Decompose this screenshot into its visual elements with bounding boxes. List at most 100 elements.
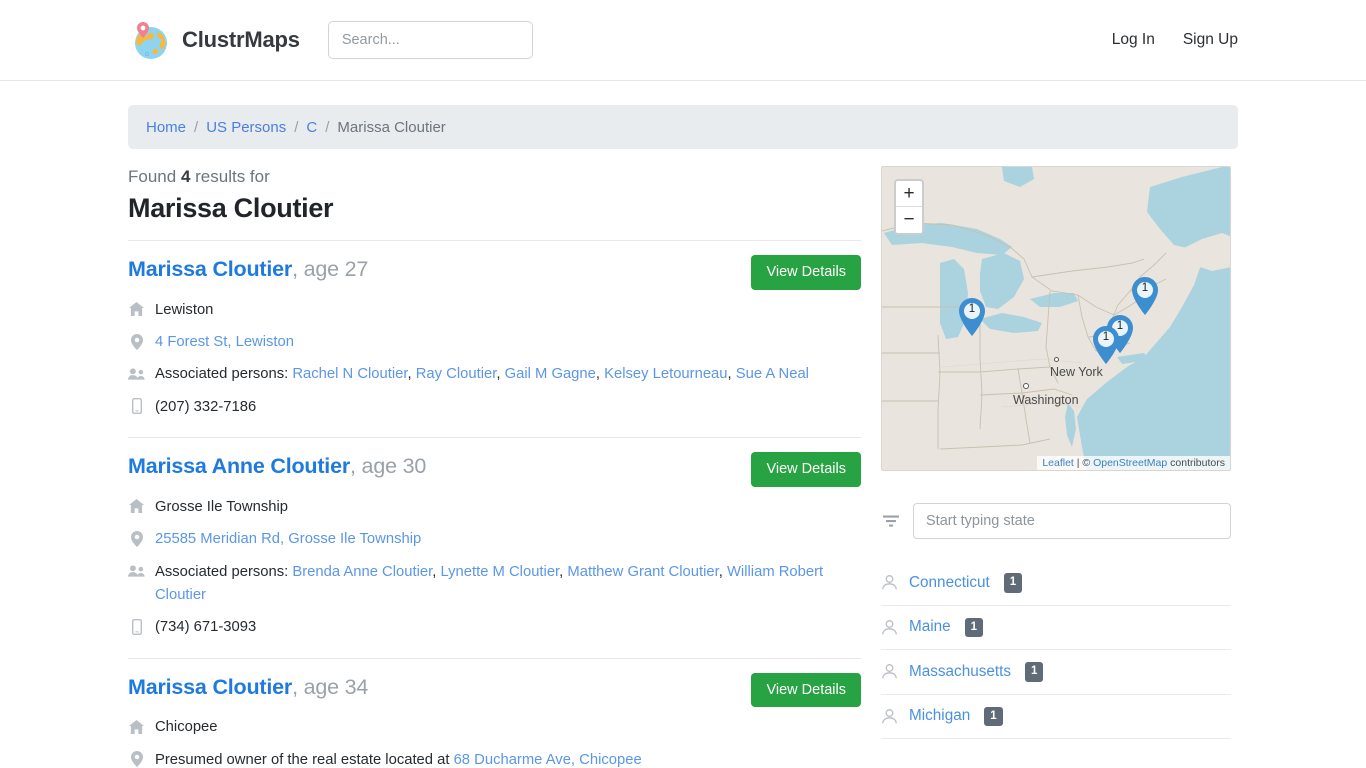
person-name-link[interactable]: Marissa Cloutier <box>128 257 292 281</box>
state-link[interactable]: Connecticut <box>909 574 990 592</box>
result-address-row: Presumed owner of the real estate locate… <box>128 749 861 768</box>
results-map[interactable]: + − New York Washington 1 1 1 1 Leaflet … <box>881 166 1231 471</box>
associated-label: Associated persons: <box>155 563 293 580</box>
result-item: Marissa Cloutier, age 34 View Details Ch… <box>128 657 861 768</box>
home-icon <box>128 496 145 517</box>
sidebar-column: + − New York Washington 1 1 1 1 Leaflet … <box>881 149 1231 739</box>
list-item[interactable]: Michigan 1 <box>881 695 1231 739</box>
page-title: Marissa Cloutier <box>128 193 334 223</box>
person-age: , age 27 <box>292 257 369 281</box>
state-link[interactable]: Maine <box>909 618 951 636</box>
breadcrumb-separator: / <box>294 118 299 136</box>
person-icon <box>881 708 898 725</box>
state-link[interactable]: Massachusetts <box>909 663 1011 681</box>
person-age: , age 34 <box>292 674 369 699</box>
breadcrumb-item-home[interactable]: Home <box>146 119 186 136</box>
map-marker[interactable]: 1 <box>1092 326 1120 364</box>
result-associated-row: Associated persons: Rachel N Cloutier, R… <box>128 363 861 386</box>
result-address: Presumed owner of the real estate locate… <box>155 749 861 768</box>
site-header: ClustrMaps Log In Sign Up <box>0 0 1366 81</box>
map-zoom-controls: + − <box>894 179 924 235</box>
results-column: Found 4 results for Marissa Cloutier Mar… <box>128 149 861 768</box>
address-link[interactable]: 68 Ducharme Ave, Chicopee <box>454 752 642 768</box>
result-associated-row: Associated persons: Brenda Anne Cloutier… <box>128 561 861 608</box>
map-marker-count: 1 <box>1102 331 1110 343</box>
home-icon <box>128 299 145 320</box>
map-city-dot-washington <box>1023 383 1029 389</box>
home-icon <box>128 716 145 737</box>
result-associated-persons: Associated persons: Brenda Anne Cloutier… <box>155 563 824 603</box>
state-link[interactable]: Michigan <box>909 707 970 725</box>
state-count-badge: 1 <box>1003 573 1023 593</box>
search-input[interactable] <box>327 21 533 59</box>
associated-person-link[interactable]: Kelsey Letourneau <box>604 366 727 382</box>
breadcrumb-item-c[interactable]: C <box>306 119 317 136</box>
signup-link[interactable]: Sign Up <box>1183 31 1238 49</box>
person-icon <box>881 619 898 636</box>
openstreetmap-link[interactable]: OpenStreetMap <box>1093 457 1167 469</box>
zoom-out-button[interactable]: − <box>896 207 922 233</box>
map-canvas <box>882 167 1230 470</box>
map-marker-count: 1 <box>1141 282 1149 294</box>
associated-label: Associated persons: <box>155 366 293 383</box>
zoom-in-button[interactable]: + <box>896 181 922 207</box>
brand-name: ClustrMaps <box>182 27 300 52</box>
header-actions: Log In Sign Up <box>1112 31 1238 49</box>
result-phone: (207) 332-7186 <box>155 398 257 415</box>
view-details-button[interactable]: View Details <box>751 452 861 487</box>
address-link[interactable]: 4 Forest St, Lewiston <box>155 334 294 350</box>
result-name-block: Marissa Cloutier, age 34 <box>128 675 368 700</box>
view-details-button[interactable]: View Details <box>751 672 861 708</box>
result-header: Marissa Cloutier, age 34 View Details <box>128 672 861 708</box>
list-item[interactable]: Massachusetts 1 <box>881 650 1231 695</box>
result-city: Grosse Ile Township <box>155 498 288 515</box>
result-name-block: Marissa Cloutier, age 27 <box>128 257 368 282</box>
associated-person-link[interactable]: Rachel N Cloutier <box>292 366 407 382</box>
associated-person-link[interactable]: Lynette M Cloutier <box>440 564 559 580</box>
map-marker[interactable]: 1 <box>1131 277 1159 315</box>
result-address-row: 4 Forest St, Lewiston <box>128 331 861 354</box>
person-icon <box>881 663 898 680</box>
result-associated-persons: Associated persons: Rachel N Cloutier, R… <box>155 366 809 383</box>
associated-person-link[interactable]: Ray Cloutier <box>416 366 497 382</box>
login-link[interactable]: Log In <box>1112 31 1155 49</box>
map-marker-count: 1 <box>968 303 976 315</box>
list-item[interactable]: Maine 1 <box>881 606 1231 650</box>
filter-icon <box>881 511 901 531</box>
result-address: 4 Forest St, Lewiston <box>155 331 861 354</box>
page-body: Found 4 results for Marissa Cloutier Mar… <box>0 149 1366 768</box>
breadcrumb-item-us-persons[interactable]: US Persons <box>206 119 286 136</box>
state-count-badge: 1 <box>1025 662 1044 682</box>
leaflet-link[interactable]: Leaflet <box>1042 457 1074 469</box>
map-marker[interactable]: 1 <box>958 298 986 336</box>
found-prefix: Found <box>128 167 177 186</box>
result-city-row: Grosse Ile Township <box>128 496 861 519</box>
breadcrumb-item-current: Marissa Cloutier <box>337 118 446 136</box>
associated-person-link[interactable]: Gail M Gagne <box>505 366 596 382</box>
map-pin-icon <box>128 749 145 768</box>
map-city-label-new-york: New York <box>1050 365 1103 379</box>
breadcrumb: Home / US Persons / C / Marissa Cloutier <box>128 105 1238 149</box>
attribution-tail: contributors <box>1167 457 1225 469</box>
address-link[interactable]: 25585 Meridian Rd, Grosse Ile Township <box>155 531 421 547</box>
attribution-separator: | © <box>1073 457 1094 469</box>
map-city-dot-new-york <box>1054 357 1059 362</box>
associated-person-link[interactable]: Matthew Grant Cloutier <box>567 564 718 580</box>
result-phone-row: (734) 671-3093 <box>128 616 861 639</box>
associated-person-link[interactable]: Brenda Anne Cloutier <box>292 564 432 580</box>
header-search <box>327 21 533 59</box>
state-search-input[interactable] <box>913 503 1231 539</box>
breadcrumb-separator: / <box>325 118 330 136</box>
list-item[interactable]: Connecticut 1 <box>881 573 1231 606</box>
result-item: Marissa Cloutier, age 27 View Details Le… <box>128 240 861 437</box>
found-suffix: results for <box>195 167 270 186</box>
person-age: , age 30 <box>350 454 427 479</box>
globe-pin-logo-icon <box>128 18 172 62</box>
person-name-link[interactable]: Marissa Anne Cloutier <box>128 454 350 478</box>
associated-person-link[interactable]: Sue A Neal <box>736 366 809 382</box>
map-pin-icon <box>128 331 145 352</box>
person-name-link[interactable]: Marissa Cloutier <box>128 675 292 699</box>
map-city-label-washington: Washington <box>1013 393 1079 407</box>
brand-home-link[interactable]: ClustrMaps <box>128 18 300 62</box>
view-details-button[interactable]: View Details <box>751 255 861 290</box>
